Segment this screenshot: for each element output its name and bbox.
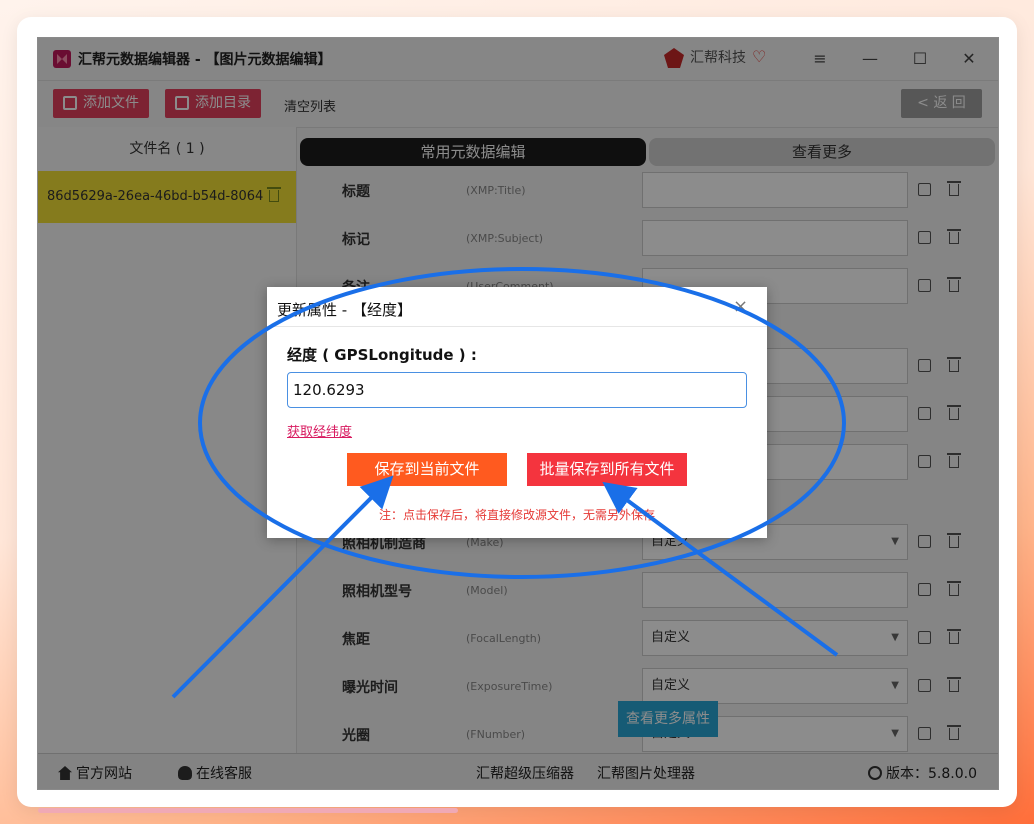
save-all-button[interactable]: 批量保存到所有文件 (527, 453, 687, 486)
save-note: 注：点击保存后，将直接修改源文件，无需另外保存 (378, 508, 655, 522)
dialog-title: 更新属性 - 【经度】 (277, 301, 412, 319)
divider (267, 326, 767, 327)
save-current-button[interactable]: 保存到当前文件 (347, 453, 507, 486)
longitude-input[interactable]: 120.6293 (287, 372, 747, 408)
update-attribute-dialog: 更新属性 - 【经度】 × 经度 ( GPSLongitude ) : 120.… (267, 287, 767, 538)
get-coordinates-link[interactable]: 获取经纬度 (287, 421, 352, 440)
close-icon[interactable]: × (733, 296, 748, 317)
decorative-strip (38, 808, 458, 813)
longitude-label: 经度 ( GPSLongitude ) : (287, 346, 477, 364)
